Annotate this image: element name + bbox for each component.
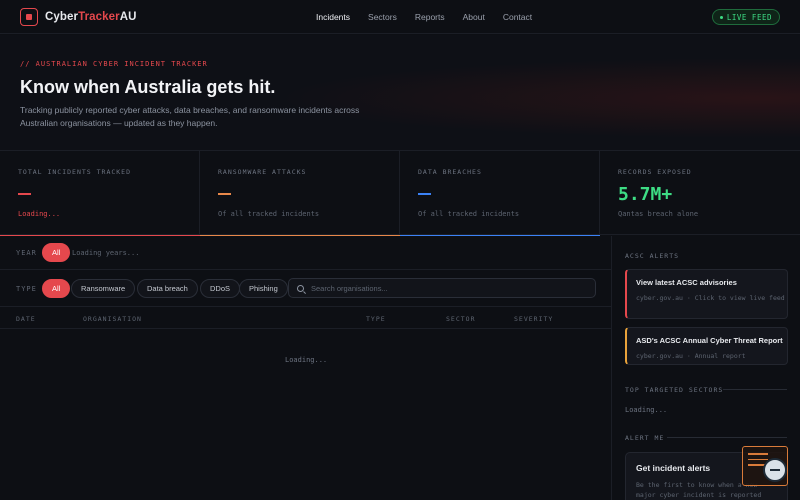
type-pill-ddos[interactable]: DDoS xyxy=(200,279,241,298)
column-header-sector[interactable]: SECTOR xyxy=(446,315,475,323)
stat-placeholder-dash xyxy=(18,193,31,195)
year-filter-row: YEAR All Loading years... xyxy=(0,236,612,270)
alert-meta: cyber.gov.au · Click to view live feed xyxy=(636,294,785,302)
incidents-panel: YEAR All Loading years... TYPE All Ranso… xyxy=(0,236,612,500)
floating-chat-button[interactable] xyxy=(742,446,788,486)
type-pill-all[interactable]: All xyxy=(42,279,71,298)
brand-name: CyberTrackerAU xyxy=(45,11,137,23)
hero-title: Know when Australia gets hit. xyxy=(20,77,276,97)
hero-description: Tracking publicly reported cyber attacks… xyxy=(20,105,360,128)
table-loading-text: Loading... xyxy=(285,356,328,364)
nav-link-about[interactable]: About xyxy=(463,12,485,22)
stat-ransomware: RANSOMWARE ATTACKS Of all tracked incide… xyxy=(200,151,400,236)
column-header-date[interactable]: DATE xyxy=(16,315,36,323)
stat-placeholder-dash xyxy=(418,193,431,195)
search-box xyxy=(288,278,596,298)
nav-links: Incidents Sectors Reports About Contact xyxy=(316,12,532,22)
search-input[interactable] xyxy=(311,283,581,293)
chat-avatar-icon xyxy=(763,458,787,482)
nav-link-contact[interactable]: Contact xyxy=(503,12,532,22)
live-feed-label: LIVE FEED xyxy=(726,12,772,22)
stat-total-incidents: TOTAL INCIDENTS TRACKED Loading... xyxy=(0,151,200,236)
alert-title: View latest ACSC advisories xyxy=(636,278,737,287)
sectors-loading-text: Loading... xyxy=(625,406,668,414)
column-header-organisation[interactable]: ORGANISATION xyxy=(83,315,142,323)
nav-link-sectors[interactable]: Sectors xyxy=(368,12,397,22)
type-filter-row: TYPE All Ransomware Data breach DDoS Phi… xyxy=(0,271,612,307)
stat-sub: Of all tracked incidents xyxy=(218,210,320,218)
top-sectors-title: TOP TARGETED SECTORS xyxy=(625,386,724,394)
nav-link-incidents[interactable]: Incidents xyxy=(316,12,350,22)
year-filter-label: YEAR xyxy=(16,249,37,257)
section-divider xyxy=(723,389,787,390)
year-pill-all[interactable]: All xyxy=(42,243,71,262)
stat-records-exposed: RECORDS EXPOSED 5.7M+ Qantas breach alon… xyxy=(600,151,800,235)
top-nav: CyberTrackerAU Incidents Sectors Reports… xyxy=(0,0,800,34)
stat-label: DATA BREACHES xyxy=(418,168,482,176)
stat-placeholder-dash xyxy=(218,193,231,195)
stat-data-breaches: DATA BREACHES Of all tracked incidents xyxy=(400,151,600,236)
stat-label: TOTAL INCIDENTS TRACKED xyxy=(18,168,132,176)
alert-title: ASD's ACSC Annual Cyber Threat Report xyxy=(636,336,783,345)
hero-eyebrow: // AUSTRALIAN CYBER INCIDENT TRACKER xyxy=(20,60,208,68)
alert-meta: cyber.gov.au · Annual report xyxy=(636,352,746,360)
stat-sub: Loading... xyxy=(18,210,61,218)
acsc-alerts-title: ACSC ALERTS xyxy=(625,252,680,260)
card-title: Get incident alerts xyxy=(636,463,711,473)
hero-section: // AUSTRALIAN CYBER INCIDENT TRACKER Kno… xyxy=(0,35,800,151)
brand-logo[interactable]: CyberTrackerAU xyxy=(20,8,137,26)
search-icon xyxy=(297,284,304,292)
type-filter-label: TYPE xyxy=(16,285,37,293)
alert-me-title: ALERT ME xyxy=(625,434,665,442)
column-header-severity[interactable]: SEVERITY xyxy=(514,315,553,323)
stat-sub: Of all tracked incidents xyxy=(418,210,520,218)
type-pill-phishing[interactable]: Phishing xyxy=(239,279,288,298)
alert-card-advisories[interactable]: View latest ACSC advisories cyber.gov.au… xyxy=(625,269,788,319)
stat-value: 5.7M+ xyxy=(618,184,673,205)
table-header: DATE ORGANISATION TYPE SECTOR SEVERITY xyxy=(0,308,612,329)
alert-card-annual-report[interactable]: ASD's ACSC Annual Cyber Threat Report cy… xyxy=(625,327,788,365)
live-dot-icon xyxy=(719,15,723,19)
logo-icon xyxy=(20,8,38,26)
type-pill-data-breach[interactable]: Data breach xyxy=(137,279,198,298)
type-pill-ransomware[interactable]: Ransomware xyxy=(71,279,136,298)
stat-sub: Qantas breach alone xyxy=(618,210,699,218)
years-loading-text: Loading years... xyxy=(72,249,140,257)
stat-label: RECORDS EXPOSED xyxy=(618,168,692,176)
stat-label: RANSOMWARE ATTACKS xyxy=(218,168,307,176)
nav-link-reports[interactable]: Reports xyxy=(415,12,445,22)
column-header-type[interactable]: TYPE xyxy=(366,315,386,323)
section-divider xyxy=(667,437,787,438)
stats-row: TOTAL INCIDENTS TRACKED Loading... RANSO… xyxy=(0,151,800,236)
live-feed-badge[interactable]: LIVE FEED xyxy=(711,9,780,25)
